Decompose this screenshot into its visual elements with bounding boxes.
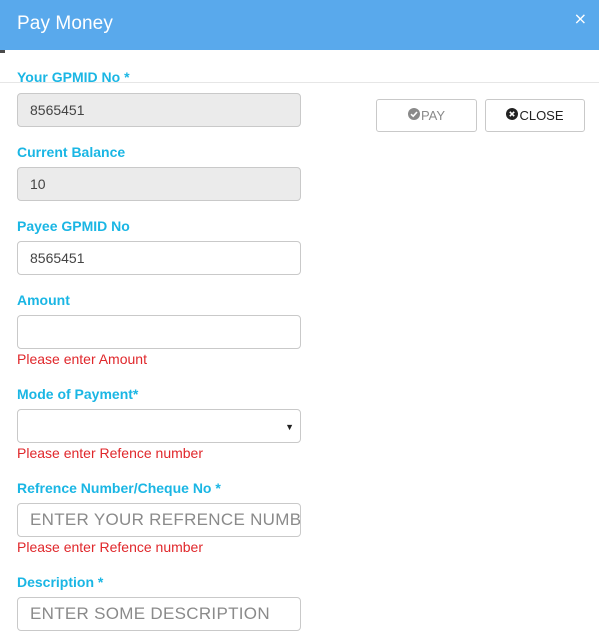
balance-field: 10 <box>17 167 301 201</box>
payee-field[interactable]: 8565451 <box>17 241 301 275</box>
header-edge-shadow <box>0 50 5 53</box>
payee-label: Payee GPMID No <box>17 218 130 234</box>
balance-label: Current Balance <box>17 144 126 160</box>
gpmid-label: Your GPMID No * <box>17 69 130 85</box>
amount-error: Please enter Amount <box>17 351 147 367</box>
description-input[interactable]: ENTER SOME DESCRIPTION <box>17 597 301 631</box>
close-icon[interactable]: × <box>574 10 587 28</box>
times-circle-icon <box>506 108 519 123</box>
check-circle-icon <box>407 108 421 123</box>
description-label: Description * <box>17 574 104 590</box>
dropdown-arrow-icon: ▼ <box>285 422 294 432</box>
gpmid-field: 8565451 <box>17 93 301 127</box>
amount-input[interactable] <box>17 315 301 349</box>
close-button[interactable]: CLOSE <box>485 99 585 132</box>
mode-label: Mode of Payment* <box>17 386 139 402</box>
pay-button-label: PAY <box>420 108 446 123</box>
mode-select[interactable]: ▼ <box>17 409 301 443</box>
reference-error: Please enter Refence number <box>17 539 203 555</box>
modal-header: Pay Money × <box>0 0 599 50</box>
amount-label: Amount <box>17 292 70 308</box>
modal-title: Pay Money <box>17 13 113 34</box>
pay-button[interactable]: PAY <box>376 99 477 132</box>
reference-input[interactable]: ENTER YOUR REFRENCE NUMBER <box>17 503 301 537</box>
close-button-label: CLOSE <box>519 108 564 123</box>
mode-error: Please enter Refence number <box>17 445 203 461</box>
reference-label: Refrence Number/Cheque No * <box>17 480 221 496</box>
pay-money-modal: Pay Money × Your GPMID No * 8565451 Curr… <box>0 0 599 631</box>
